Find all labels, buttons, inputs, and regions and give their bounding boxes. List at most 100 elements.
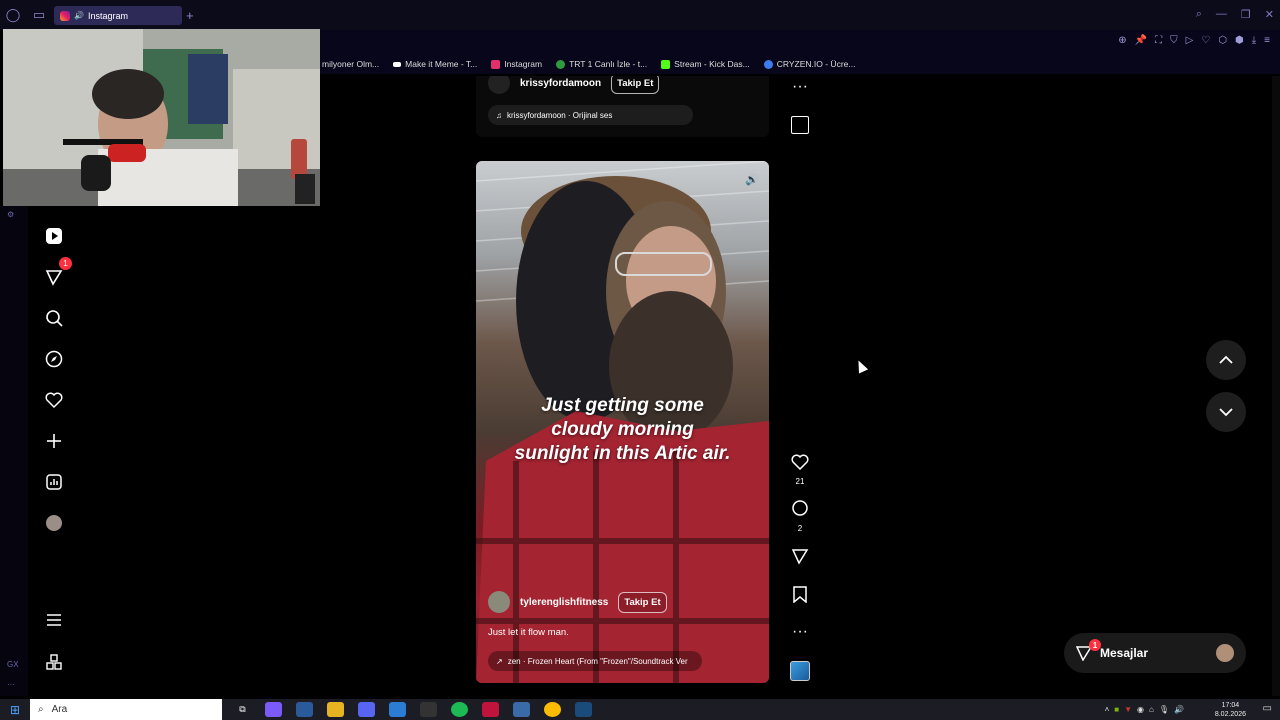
audio-track[interactable]: ♫ krissyfordamoon · Orijinal ses (488, 105, 693, 125)
dashboard-icon[interactable] (42, 470, 66, 494)
taskbar-search[interactable]: ⌕ Ara (30, 699, 222, 720)
window-controls: ⌕ — ❐ ✕ (1196, 8, 1274, 21)
heart-bookmark-icon[interactable]: ♡ (1201, 35, 1210, 46)
app-icon[interactable] (513, 702, 530, 717)
spotify-icon[interactable] (451, 702, 468, 717)
next-reel-button[interactable] (1206, 392, 1246, 432)
messages-icon[interactable]: 1 (42, 257, 72, 289)
previous-reel[interactable]: krissyfordamoon Takip Et ♫ krissyfordamo… (476, 76, 769, 137)
tab-list-icon[interactable]: ▭ (26, 0, 52, 30)
network-icon[interactable]: ⌂ (1149, 705, 1154, 714)
trt-icon (556, 59, 566, 69)
speaker-icon[interactable]: 🔊 (74, 11, 84, 20)
messages-button[interactable]: 1 Mesajlar (1064, 633, 1246, 673)
audio-thumbnail[interactable] (786, 661, 814, 686)
follow-button[interactable]: Takip Et (611, 76, 660, 94)
zoom-icon[interactable]: ⊕ (1118, 35, 1126, 46)
volume-icon[interactable]: 🔊 (1174, 705, 1184, 714)
tab-instagram[interactable]: 🔊 Instagram (54, 6, 182, 25)
create-icon[interactable] (42, 429, 66, 453)
share-button[interactable] (786, 548, 814, 570)
obs-icon[interactable] (420, 702, 437, 717)
profile-avatar[interactable] (42, 511, 66, 535)
chevron-down-icon (1219, 408, 1233, 417)
discord-icon[interactable] (358, 702, 375, 717)
download-icon[interactable]: ⤓ (1252, 35, 1256, 46)
steam-icon[interactable] (575, 702, 592, 717)
start-button[interactable]: ⊞ (0, 703, 30, 717)
extensions-icon[interactable]: ⬡ (1218, 35, 1227, 46)
antivirus-icon[interactable]: ▼ (1124, 705, 1132, 714)
minimize-icon[interactable]: — (1216, 8, 1227, 21)
microphone-icon[interactable]: 🎙 (1159, 705, 1169, 714)
like-count: 21 (795, 477, 805, 486)
follow-button[interactable]: Takip Et (618, 591, 667, 613)
more-icon[interactable]: ··· (7, 680, 15, 689)
heart-icon (791, 454, 809, 471)
restore-icon[interactable]: ❐ (1241, 8, 1251, 21)
comment-button[interactable]: 2 (786, 500, 814, 533)
bookmark-item[interactable]: TRT 1 Canlı İzle - t... (556, 59, 647, 69)
task-view-icon[interactable]: ⧉ (234, 702, 251, 717)
wallet-icon[interactable]: ⬢ (1235, 35, 1244, 46)
cryzen-icon (763, 59, 773, 69)
nvidia-icon[interactable]: ■ (1114, 705, 1119, 714)
previous-reel-button[interactable] (1206, 340, 1246, 380)
scrollbar[interactable] (1272, 76, 1280, 696)
reel-video[interactable]: 🔊 Just getting some cloudy morning sunli… (476, 161, 769, 683)
caption-line: Just getting some (541, 395, 704, 416)
chevron-up-icon[interactable]: ˄ (1105, 705, 1110, 714)
menu-icon[interactable]: ≡ (1264, 35, 1270, 46)
bookmark-item[interactable]: Make it Meme - T... (393, 59, 477, 69)
messages-label: Mesajlar (1100, 646, 1149, 660)
reels-icon[interactable] (42, 224, 66, 248)
square-icon[interactable] (786, 116, 814, 139)
search-placeholder: Ara (51, 704, 68, 715)
search-icon[interactable] (42, 306, 66, 330)
opera-gx-logo-icon[interactable]: ◯ (0, 0, 26, 30)
snapshot-icon[interactable]: ⛶ (1155, 35, 1162, 46)
pin-icon[interactable]: 📌 (1135, 35, 1147, 46)
opera-gx-icon[interactable] (482, 702, 499, 717)
taskbar-clock[interactable]: 17:04 8.02.2026 (1215, 699, 1246, 720)
outlook-icon[interactable] (389, 702, 406, 717)
file-explorer-icon[interactable] (327, 702, 344, 717)
audio-label: zen · Frozen Heart (From "Frozen"/Soundt… (507, 656, 688, 666)
avatar[interactable] (488, 591, 510, 613)
reel-description[interactable]: Just let it flow man. (488, 627, 569, 638)
bookmark-item[interactable]: Stream - Kick Das... (661, 59, 750, 69)
save-button[interactable] (786, 586, 814, 608)
username[interactable]: krissyfordamoon (520, 78, 601, 89)
instagram-icon (491, 59, 501, 69)
bookmark-item[interactable]: milyoner Olm... (322, 59, 379, 69)
search-tabs-icon[interactable]: ⌕ (1196, 8, 1202, 21)
gx-logo-icon[interactable]: GX (7, 660, 19, 669)
avatar (1216, 644, 1234, 662)
audio-track[interactable]: ↗ zen · Frozen Heart (From "Frozen"/Soun… (488, 651, 702, 671)
copilot-icon[interactable] (265, 702, 282, 717)
bookmark-item[interactable]: CRYZEN.IO - Ücre... (763, 59, 855, 69)
reel-more-icon[interactable]: ··· (786, 623, 814, 641)
username[interactable]: tylerenglishfitness (520, 597, 608, 608)
volume-icon[interactable]: 🔊 (745, 173, 759, 186)
heart-icon[interactable] (42, 388, 66, 412)
chrome-icon[interactable] (544, 702, 561, 717)
shield-icon[interactable]: ⛉ (1170, 35, 1178, 46)
menu-icon[interactable] (42, 608, 66, 632)
steam-icon[interactable] (296, 702, 313, 717)
bookmark-item[interactable]: Instagram (491, 59, 542, 69)
more-options-icon[interactable]: ··· (786, 78, 814, 96)
settings-icon[interactable]: ⚙ (7, 210, 14, 219)
like-button[interactable]: 21 (786, 453, 814, 486)
meme-icon (393, 61, 402, 67)
notification-icon[interactable]: ▭ (1263, 703, 1272, 714)
avatar[interactable] (488, 76, 510, 94)
apps-icon[interactable] (42, 650, 66, 674)
explore-icon[interactable] (42, 347, 66, 371)
mouse-cursor (853, 358, 869, 374)
close-icon[interactable]: ✕ (1265, 8, 1274, 21)
play-icon[interactable]: ▷ (1186, 35, 1194, 46)
steam-tray-icon[interactable]: ◉ (1137, 705, 1144, 714)
bookmark-label: Make it Meme - T... (405, 59, 478, 69)
new-tab-button[interactable]: + (186, 8, 194, 23)
